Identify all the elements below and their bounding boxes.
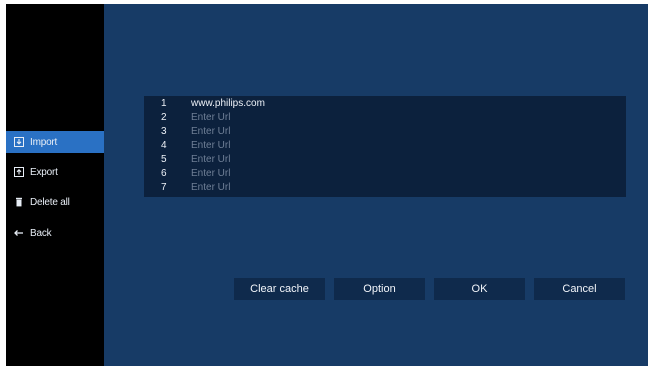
url-list-panel: 1 www.philips.com 2 Enter Url 3 Enter Ur… bbox=[144, 96, 626, 197]
sidebar-item-label: Export bbox=[30, 166, 58, 178]
url-input-5[interactable]: Enter Url bbox=[191, 153, 230, 167]
url-input-2[interactable]: Enter Url bbox=[191, 111, 230, 125]
sidebar-item-label: Delete all bbox=[30, 196, 70, 208]
sidebar-item-export[interactable]: Export bbox=[6, 161, 104, 183]
clear-cache-button[interactable]: Clear cache bbox=[234, 278, 325, 300]
url-row-number: 5 bbox=[161, 154, 167, 165]
url-input-3[interactable]: Enter Url bbox=[191, 125, 230, 139]
url-row[interactable]: 4 Enter Url bbox=[144, 139, 626, 153]
option-button[interactable]: Option bbox=[334, 278, 425, 300]
url-row[interactable]: 6 Enter Url bbox=[144, 167, 626, 181]
sidebar: Import Export Delete all Back bbox=[6, 4, 104, 366]
sidebar-item-label: Import bbox=[30, 136, 58, 148]
url-row[interactable]: 3 Enter Url bbox=[144, 125, 626, 139]
url-input-6[interactable]: Enter Url bbox=[191, 167, 230, 181]
url-row[interactable]: 1 www.philips.com bbox=[144, 97, 626, 111]
url-row-number: 3 bbox=[161, 126, 167, 137]
sidebar-item-import[interactable]: Import bbox=[6, 131, 104, 153]
sidebar-item-delete-all[interactable]: Delete all bbox=[6, 191, 104, 213]
url-input-1[interactable]: www.philips.com bbox=[191, 97, 265, 111]
sidebar-item-label: Back bbox=[30, 227, 52, 239]
ok-button[interactable]: OK bbox=[434, 278, 525, 300]
url-row[interactable]: 7 Enter Url bbox=[144, 181, 626, 195]
url-row-number: 6 bbox=[161, 168, 167, 179]
url-row-number: 4 bbox=[161, 140, 167, 151]
url-row-number: 2 bbox=[161, 112, 167, 123]
cancel-button[interactable]: Cancel bbox=[534, 278, 625, 300]
export-icon bbox=[14, 167, 24, 177]
url-row-number: 1 bbox=[161, 98, 167, 109]
import-icon bbox=[14, 137, 24, 147]
url-input-4[interactable]: Enter Url bbox=[191, 139, 230, 153]
screen: Import Export Delete all Back 1 www.phil… bbox=[6, 4, 648, 366]
url-row[interactable]: 2 Enter Url bbox=[144, 111, 626, 125]
sidebar-item-back[interactable]: Back bbox=[6, 222, 104, 244]
url-row-number: 7 bbox=[161, 182, 167, 193]
url-input-7[interactable]: Enter Url bbox=[191, 181, 230, 195]
trash-icon bbox=[14, 197, 24, 207]
url-row[interactable]: 5 Enter Url bbox=[144, 153, 626, 167]
back-arrow-icon bbox=[14, 228, 24, 238]
